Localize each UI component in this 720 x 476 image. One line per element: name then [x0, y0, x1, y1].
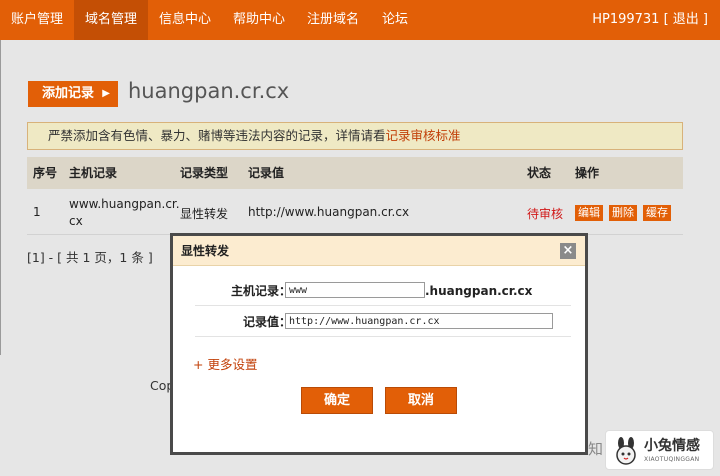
table-row: 1 www.huangpan.cr. cx 显性转发 http://www.hu…	[27, 189, 683, 235]
col-type: 记录类型	[180, 166, 229, 180]
nav-info[interactable]: 信息中心	[148, 0, 222, 40]
host-suffix: .huangpan.cr.cx	[425, 284, 533, 298]
dialog-title: 显性转发	[181, 244, 230, 258]
add-record-button[interactable]: 添加记录 ▶	[28, 81, 118, 107]
nav-register[interactable]: 注册域名	[296, 0, 370, 40]
cancel-button[interactable]: 取消	[385, 387, 457, 414]
top-nav: 账户管理 域名管理 信息中心 帮助中心 注册域名 论坛 HP199731 [ 退…	[0, 0, 720, 40]
confirm-button[interactable]: 确定	[301, 387, 373, 414]
host-input[interactable]	[285, 282, 425, 298]
warning-text: 严禁添加含有色情、暴力、赌博等违法内容的记录，详情请看	[48, 128, 386, 143]
dialog-header: 显性转发 ×	[173, 236, 585, 266]
forward-dialog: 显性转发 × 主机记录： .huangpan.cr.cx 记录值： + 更多设置…	[170, 233, 588, 455]
row-host-line1: www.huangpan.cr.	[69, 197, 180, 211]
nav-forum[interactable]: 论坛	[370, 0, 420, 40]
content-warning: 严禁添加含有色情、暴力、赌博等违法内容的记录，详情请看记录审核标准	[27, 122, 683, 150]
domain-title: huangpan.cr.cx	[128, 79, 290, 103]
col-value: 记录值	[248, 166, 285, 180]
watermark-sub: XIAOTUQINGGAN	[644, 456, 700, 463]
col-index: 序号	[33, 166, 58, 180]
host-row: 主机记录： .huangpan.cr.cx	[195, 276, 571, 306]
value-row: 记录值：	[195, 307, 571, 337]
rabbit-icon	[616, 437, 636, 465]
row-status: 待审核	[527, 207, 564, 221]
add-record-label: 添加记录	[42, 86, 95, 101]
col-status: 状态	[527, 166, 552, 180]
pagination: [1] - [ 共 1 页，1 条 ]	[27, 250, 153, 265]
edit-button[interactable]: 编辑	[575, 205, 603, 221]
row-host-line2: cx	[69, 214, 83, 228]
row-value: http://www.huangpan.cr.cx	[248, 205, 410, 219]
close-icon[interactable]: ×	[560, 243, 576, 259]
col-actions: 操作	[575, 166, 600, 180]
col-host: 主机记录	[69, 166, 118, 180]
page-divider	[0, 40, 1, 355]
user-logout[interactable]: HP199731 [ 退出 ]	[592, 0, 708, 40]
watermark-name: 小兔情感	[644, 438, 700, 454]
nav-account[interactable]: 账户管理	[0, 0, 74, 40]
triangle-right-icon: ▶	[102, 88, 110, 99]
value-label: 记录值：	[242, 315, 291, 329]
nav-help[interactable]: 帮助中心	[222, 0, 296, 40]
row-index: 1	[33, 205, 41, 219]
cache-button[interactable]: 缓存	[643, 205, 671, 221]
watermark-badge: 小兔情感 XIAOTUQINGGAN	[605, 430, 714, 470]
host-label: 主机记录：	[230, 284, 291, 298]
row-type: 显性转发	[180, 207, 229, 221]
value-input[interactable]	[285, 313, 553, 329]
zhihu-watermark: 知	[588, 440, 604, 458]
review-standard-link[interactable]: 记录审核标准	[386, 128, 461, 143]
nav-domain[interactable]: 域名管理	[74, 0, 148, 40]
more-settings-link[interactable]: + 更多设置	[193, 354, 257, 373]
table-header: 序号 主机记录 记录类型 记录值 状态 操作	[27, 157, 683, 189]
delete-button[interactable]: 删除	[609, 205, 637, 221]
